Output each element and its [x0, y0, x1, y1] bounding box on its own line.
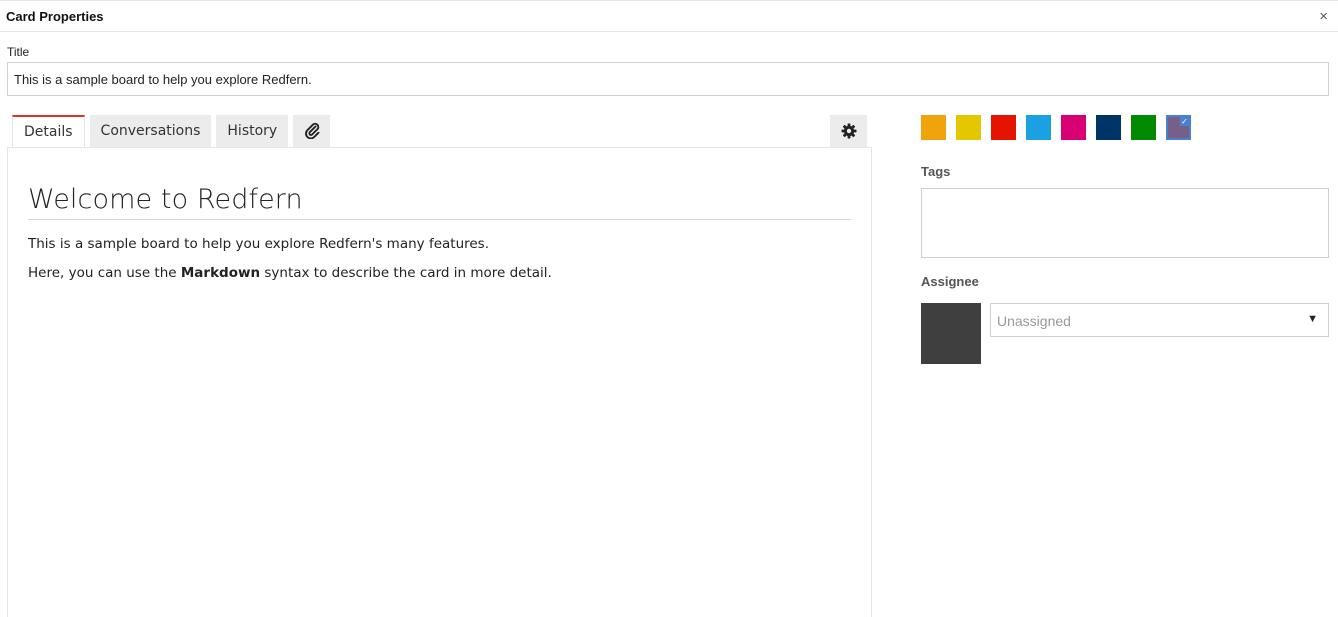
avatar	[921, 303, 981, 364]
tab-bar: Details Conversations History	[12, 115, 331, 148]
tags-label: Tags	[921, 164, 951, 179]
tab-details[interactable]: Details	[12, 115, 85, 148]
color-swatch-red[interactable]	[991, 115, 1016, 140]
markdown-bold-text: Markdown	[180, 265, 261, 281]
color-swatch-navy[interactable]	[1096, 115, 1121, 140]
paragraph-2-text-before: Here, you can use the	[28, 265, 181, 281]
title-label: Title	[7, 45, 30, 59]
color-swatch-purple[interactable]: ✓	[1166, 115, 1191, 140]
tab-history[interactable]: History	[216, 115, 289, 147]
paragraph-2-text-after: syntax to describe the card in more deta…	[260, 265, 552, 281]
gear-icon	[841, 123, 856, 139]
details-paragraph-2: Here, you can use the Markdown syntax to…	[28, 265, 552, 281]
dialog-title: Card Properties	[6, 9, 104, 24]
check-icon: ✓	[1180, 117, 1189, 126]
tab-attachments[interactable]	[293, 115, 331, 147]
tags-input[interactable]	[921, 188, 1329, 258]
tab-conversations[interactable]: Conversations	[89, 115, 212, 147]
color-swatches: ✓	[921, 115, 1191, 140]
paperclip-icon	[304, 122, 320, 140]
color-swatch-orange[interactable]	[921, 115, 946, 140]
settings-button[interactable]	[830, 115, 867, 147]
color-swatch-magenta[interactable]	[1061, 115, 1086, 140]
color-swatch-cyan[interactable]	[1026, 115, 1051, 140]
title-input[interactable]	[7, 62, 1329, 96]
color-swatch-green[interactable]	[1131, 115, 1156, 140]
assignee-value: Unassigned	[997, 313, 1071, 329]
details-paragraph-1: This is a sample board to help you explo…	[28, 236, 490, 252]
assignee-label: Assignee	[921, 274, 979, 289]
details-heading: Welcome to Redfern	[28, 184, 851, 220]
close-icon[interactable]: ×	[1319, 8, 1328, 25]
dropdown-arrow-icon: ▼	[1307, 313, 1318, 325]
assignee-select[interactable]: Unassigned ▼	[990, 303, 1329, 337]
details-panel: Welcome to Redfern This is a sample boar…	[7, 147, 872, 617]
dialog-header: Card Properties ×	[0, 0, 1338, 32]
color-swatch-yellow[interactable]	[956, 115, 981, 140]
